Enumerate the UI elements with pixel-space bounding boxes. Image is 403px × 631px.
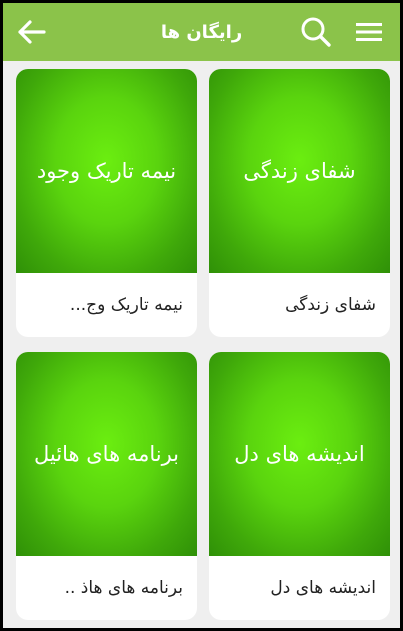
book-cover: اندیشه های دل (209, 352, 390, 556)
book-cover-title: اندیشه های دل (234, 442, 365, 466)
book-title: نیمه تاریک وج... (69, 295, 183, 315)
book-cover: شفای زندگی (209, 69, 390, 273)
search-icon (301, 17, 331, 47)
book-card-4[interactable]: برنامه های هائیل برنامه های هاذ .. (16, 352, 197, 620)
book-cover-title: برنامه های هائیل (34, 442, 180, 466)
app-bar: رایگان ها (3, 3, 400, 61)
book-cover-title: نیمه تاریک وجود (36, 159, 177, 183)
app-screen: رایگان ها شفای زندگی شفای زندگی نیمه تار… (3, 3, 400, 628)
menu-icon (356, 23, 382, 41)
book-card-2[interactable]: نیمه تاریک وجود نیمه تاریک وج... (16, 69, 197, 337)
book-cover-title: شفای زندگی (243, 159, 356, 183)
book-title: شفای زندگی (285, 295, 376, 315)
menu-button[interactable] (351, 16, 387, 48)
book-cover: نیمه تاریک وجود (16, 69, 197, 273)
search-button[interactable] (297, 14, 335, 50)
book-card-1[interactable]: شفای زندگی شفای زندگی (209, 69, 390, 337)
book-title: اندیشه های دل (270, 578, 376, 598)
book-cover: برنامه های هائیل (16, 352, 197, 556)
page-title: رایگان ها (160, 21, 243, 43)
book-card-3[interactable]: اندیشه های دل اندیشه های دل (209, 352, 390, 620)
book-title: برنامه های هاذ .. (64, 578, 183, 598)
